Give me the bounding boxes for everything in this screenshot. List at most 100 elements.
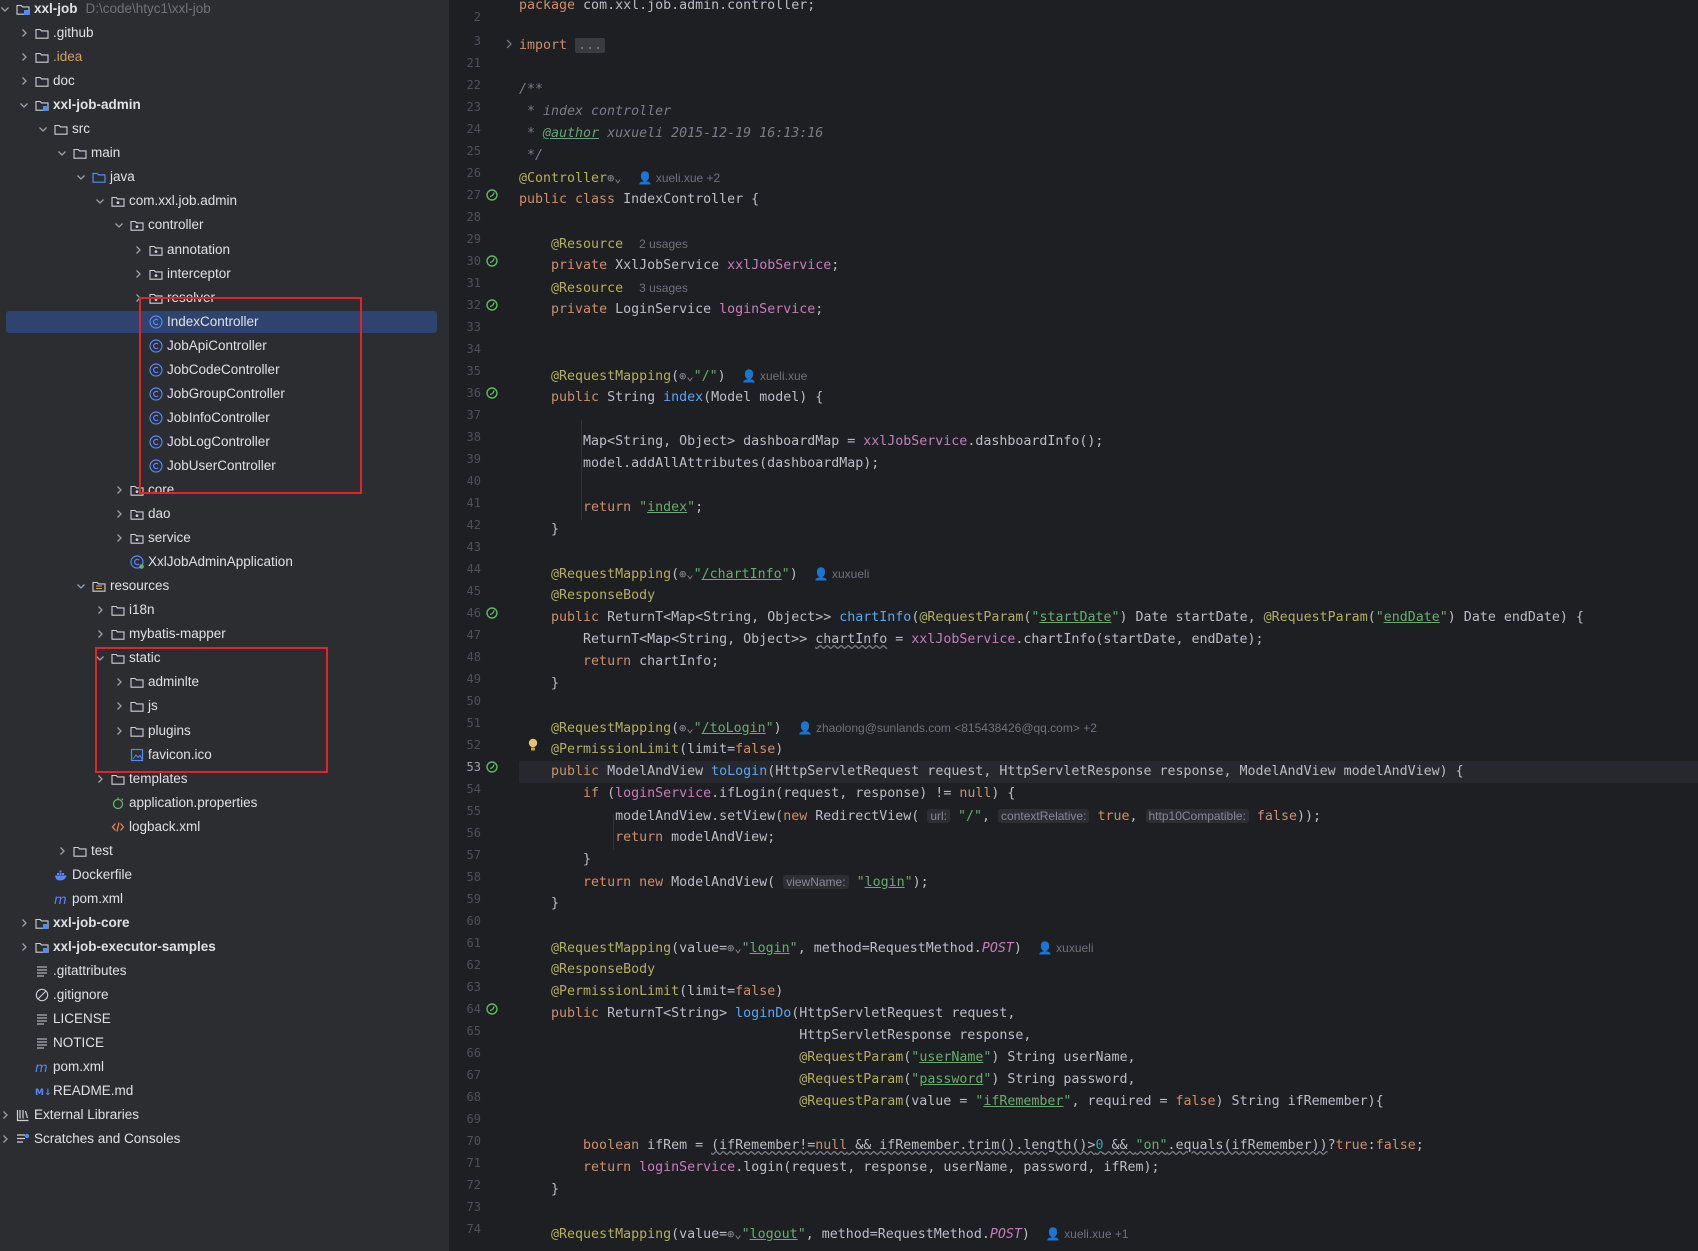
- spring-bean-gutter-icon[interactable]: [485, 187, 501, 203]
- chevron-down-icon[interactable]: [18, 93, 30, 117]
- chevron-down-icon[interactable]: [0, 0, 11, 21]
- tree-item[interactable]: controller: [0, 213, 449, 237]
- line-number: 61: [466, 936, 481, 950]
- tree-item-label: NOTICE: [53, 1035, 105, 1051]
- tree-item[interactable]: xxl-job D:\code\htyc1\xxl-job: [0, 0, 449, 21]
- tree-item[interactable]: mybatis-mapper: [0, 622, 449, 646]
- spring-bean-gutter-icon[interactable]: [485, 605, 501, 621]
- chevron-right-icon[interactable]: [113, 478, 125, 502]
- tree-item[interactable]: xxl-job-executor-samples: [0, 935, 449, 959]
- tree-item[interactable]: annotation: [0, 238, 449, 262]
- chevron-down-icon[interactable]: [37, 117, 49, 141]
- chevron-down-icon[interactable]: [56, 141, 68, 165]
- line-number: 41: [466, 496, 481, 510]
- tree-item-label: test: [91, 842, 113, 858]
- chevron-right-icon[interactable]: [132, 238, 144, 262]
- tree-item[interactable]: test: [0, 839, 449, 863]
- folder-icon: [73, 844, 87, 858]
- line-number: 66: [466, 1046, 481, 1060]
- chevron-down-icon[interactable]: [94, 189, 106, 213]
- tree-item[interactable]: m pom.xml: [0, 887, 449, 911]
- tree-item-label: doc: [53, 73, 75, 89]
- tree-item[interactable]: src: [0, 117, 449, 141]
- project-tree-panel[interactable]: xxl-job D:\code\htyc1\xxl-job .github .idea…: [0, 0, 449, 1251]
- spring-bean-gutter-icon[interactable]: [485, 759, 501, 775]
- code-line: @RequestParam(value = "ifRemember", requ…: [799, 1094, 1384, 1109]
- tree-item[interactable]: M↓ README.md: [0, 1079, 449, 1103]
- code-line: @PermissionLimit(limit=false): [551, 984, 784, 999]
- tree-item[interactable]: LICENSE: [0, 1007, 449, 1031]
- line-number: 31: [466, 276, 481, 290]
- code-line: @RequestMapping(value=⊕⌄"logout", method…: [551, 1227, 1129, 1242]
- spring-bean-gutter-icon[interactable]: [485, 253, 501, 269]
- tree-item[interactable]: NOTICE: [0, 1031, 449, 1055]
- tree-item[interactable]: interceptor: [0, 262, 449, 286]
- chevron-right-icon[interactable]: [132, 262, 144, 286]
- chevron-down-icon[interactable]: [113, 213, 125, 237]
- tree-item[interactable]: m pom.xml: [0, 1055, 449, 1079]
- chevron-down-icon[interactable]: [75, 574, 87, 598]
- line-number: 53: [466, 760, 481, 774]
- tree-item[interactable]: .idea: [0, 45, 449, 69]
- author-login: xuxueli: [1056, 941, 1094, 955]
- line-number: 47: [466, 628, 481, 642]
- chevron-right-icon[interactable]: [0, 1127, 11, 1151]
- line-number: 44: [466, 562, 481, 576]
- code-line: }: [519, 852, 592, 867]
- fold-expand-icon[interactable]: [504, 37, 520, 53]
- tree-item[interactable]: java: [0, 165, 449, 189]
- line-number: 60: [466, 914, 481, 928]
- tree-item[interactable]: resources: [0, 574, 449, 598]
- tree-item[interactable]: .gitattributes: [0, 959, 449, 983]
- chevron-right-icon[interactable]: [113, 502, 125, 526]
- spring-bean-gutter-icon[interactable]: [485, 385, 501, 401]
- chevron-right-icon[interactable]: [18, 45, 30, 69]
- spring-bean-gutter-icon[interactable]: [485, 297, 501, 313]
- fold-placeholder[interactable]: ...: [575, 38, 606, 53]
- folder-icon: [35, 50, 49, 64]
- chevron-right-icon[interactable]: [18, 935, 30, 959]
- docker-file-icon: [54, 868, 68, 882]
- tree-item[interactable]: service: [0, 526, 449, 550]
- usages-xxljobservice: 2 usages: [639, 237, 688, 251]
- tree-item[interactable]: logback.xml: [0, 815, 449, 839]
- chevron-down-icon[interactable]: [75, 165, 87, 189]
- tree-item[interactable]: .gitignore: [0, 983, 449, 1007]
- module-icon: [35, 916, 49, 930]
- spring-bean-gutter-icon[interactable]: [485, 1001, 501, 1017]
- tree-item[interactable]: xxl-job-core: [0, 911, 449, 935]
- code-editor[interactable]: 2 3 21 22 23 24 25 26 27 28 29 30 31 32 33 34 35 36 37 38 39…: [449, 0, 1698, 1251]
- chevron-right-icon[interactable]: [94, 598, 106, 622]
- chevron-right-icon[interactable]: [18, 21, 30, 45]
- chevron-right-icon[interactable]: [56, 839, 68, 863]
- tree-item[interactable]: External Libraries: [0, 1103, 449, 1127]
- tree-item[interactable]: i18n: [0, 598, 449, 622]
- chevron-right-icon[interactable]: [0, 1103, 11, 1127]
- tree-item[interactable]: com.xxl.job.admin: [0, 189, 449, 213]
- maven-file-icon: m: [35, 1060, 49, 1074]
- chevron-right-icon[interactable]: [113, 526, 125, 550]
- chevron-right-icon[interactable]: [18, 911, 30, 935]
- tree-item-label: java: [110, 169, 135, 185]
- code-line: * @author xuxueli 2015-12-19 16:13:16: [519, 126, 824, 141]
- tree-item[interactable]: dao: [0, 502, 449, 526]
- folder-icon: [111, 772, 125, 786]
- tree-item[interactable]: main: [0, 141, 449, 165]
- tree-item[interactable]: doc: [0, 69, 449, 93]
- tree-item[interactable]: xxl-job-admin: [0, 93, 449, 117]
- line-number: 49: [466, 672, 481, 686]
- line-number: 30: [466, 254, 481, 268]
- tree-item[interactable]: Dockerfile: [0, 863, 449, 887]
- tree-item[interactable]: XxlJobAdminApplication: [0, 550, 449, 574]
- text-file-icon: [35, 964, 49, 978]
- code-line: return chartInfo;: [583, 654, 720, 669]
- chevron-right-icon[interactable]: [94, 622, 106, 646]
- folder-icon: [54, 122, 68, 136]
- chevron-right-icon[interactable]: [18, 69, 30, 93]
- line-number: 63: [466, 980, 481, 994]
- project-path: D:\code\htyc1\xxl-job: [85, 1, 211, 16]
- tree-item[interactable]: Scratches and Consoles: [0, 1127, 449, 1151]
- tree-item[interactable]: application.properties: [0, 791, 449, 815]
- tree-item[interactable]: .github: [0, 21, 449, 45]
- properties-file-icon: [111, 796, 125, 810]
